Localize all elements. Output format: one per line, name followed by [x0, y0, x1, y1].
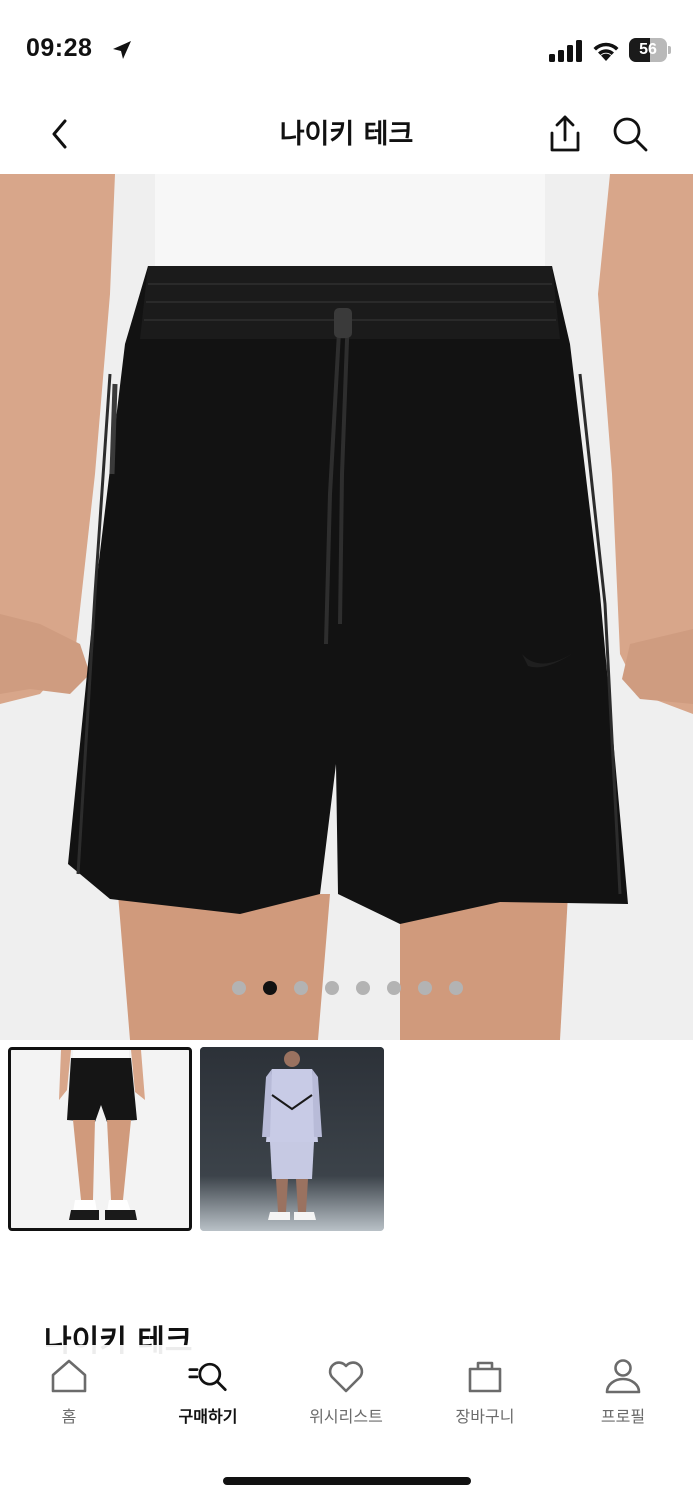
carousel-dot[interactable]	[449, 981, 463, 995]
tab-shop-label: 구매하기	[178, 1407, 238, 1426]
thumbnail-shorts-front[interactable]	[8, 1047, 192, 1231]
home-indicator	[223, 1477, 471, 1485]
product-photo-black-shorts	[0, 174, 693, 1040]
carousel-dot[interactable]	[387, 981, 401, 995]
carousel-dot[interactable]	[263, 981, 277, 995]
status-time: 09:28	[26, 34, 93, 62]
thumbnail-model-tech-fleece[interactable]	[200, 1047, 384, 1231]
profile-icon	[605, 1359, 641, 1394]
tab-wishlist[interactable]: 위시리스트	[286, 1357, 406, 1437]
heart-icon	[328, 1361, 364, 1393]
tab-wishlist-label: 위시리스트	[309, 1407, 383, 1426]
thumbnail-image-model	[200, 1047, 384, 1231]
page-title: 나이키 테크	[279, 119, 414, 150]
tab-profile-label: 프로필	[600, 1407, 646, 1426]
tab-shop[interactable]: 구매하기	[148, 1357, 268, 1437]
shop-search-icon	[188, 1362, 227, 1391]
share-icon	[550, 115, 580, 152]
battery-level-text: 56	[639, 41, 657, 58]
tab-cart[interactable]: 장바구니	[425, 1357, 545, 1437]
carousel-page-dots	[232, 981, 463, 995]
tab-home-label: 홈	[61, 1407, 77, 1426]
carousel-dot[interactable]	[232, 981, 246, 995]
location-arrow-icon	[113, 41, 131, 59]
carousel-dot[interactable]	[356, 981, 370, 995]
home-icon	[51, 1359, 87, 1393]
search-icon	[613, 117, 648, 152]
tab-cart-label: 장바구니	[455, 1407, 515, 1426]
battery-icon: 56	[629, 38, 671, 62]
carousel-dot[interactable]	[294, 981, 308, 995]
bag-icon	[468, 1361, 502, 1393]
product-image-carousel[interactable]	[0, 174, 693, 1040]
tab-home[interactable]: 홈	[9, 1357, 129, 1437]
search-button[interactable]	[610, 112, 650, 156]
carousel-dot[interactable]	[325, 981, 339, 995]
tab-profile[interactable]: 프로필	[563, 1357, 683, 1437]
share-button[interactable]	[545, 112, 585, 156]
carousel-dot[interactable]	[418, 981, 432, 995]
thumbnail-image-shorts	[11, 1050, 189, 1228]
status-bar: 09:28 56	[0, 0, 693, 100]
wifi-icon	[593, 42, 619, 61]
top-nav-bar: 나이키 테크	[0, 100, 693, 172]
cellular-signal-icon	[549, 40, 582, 62]
